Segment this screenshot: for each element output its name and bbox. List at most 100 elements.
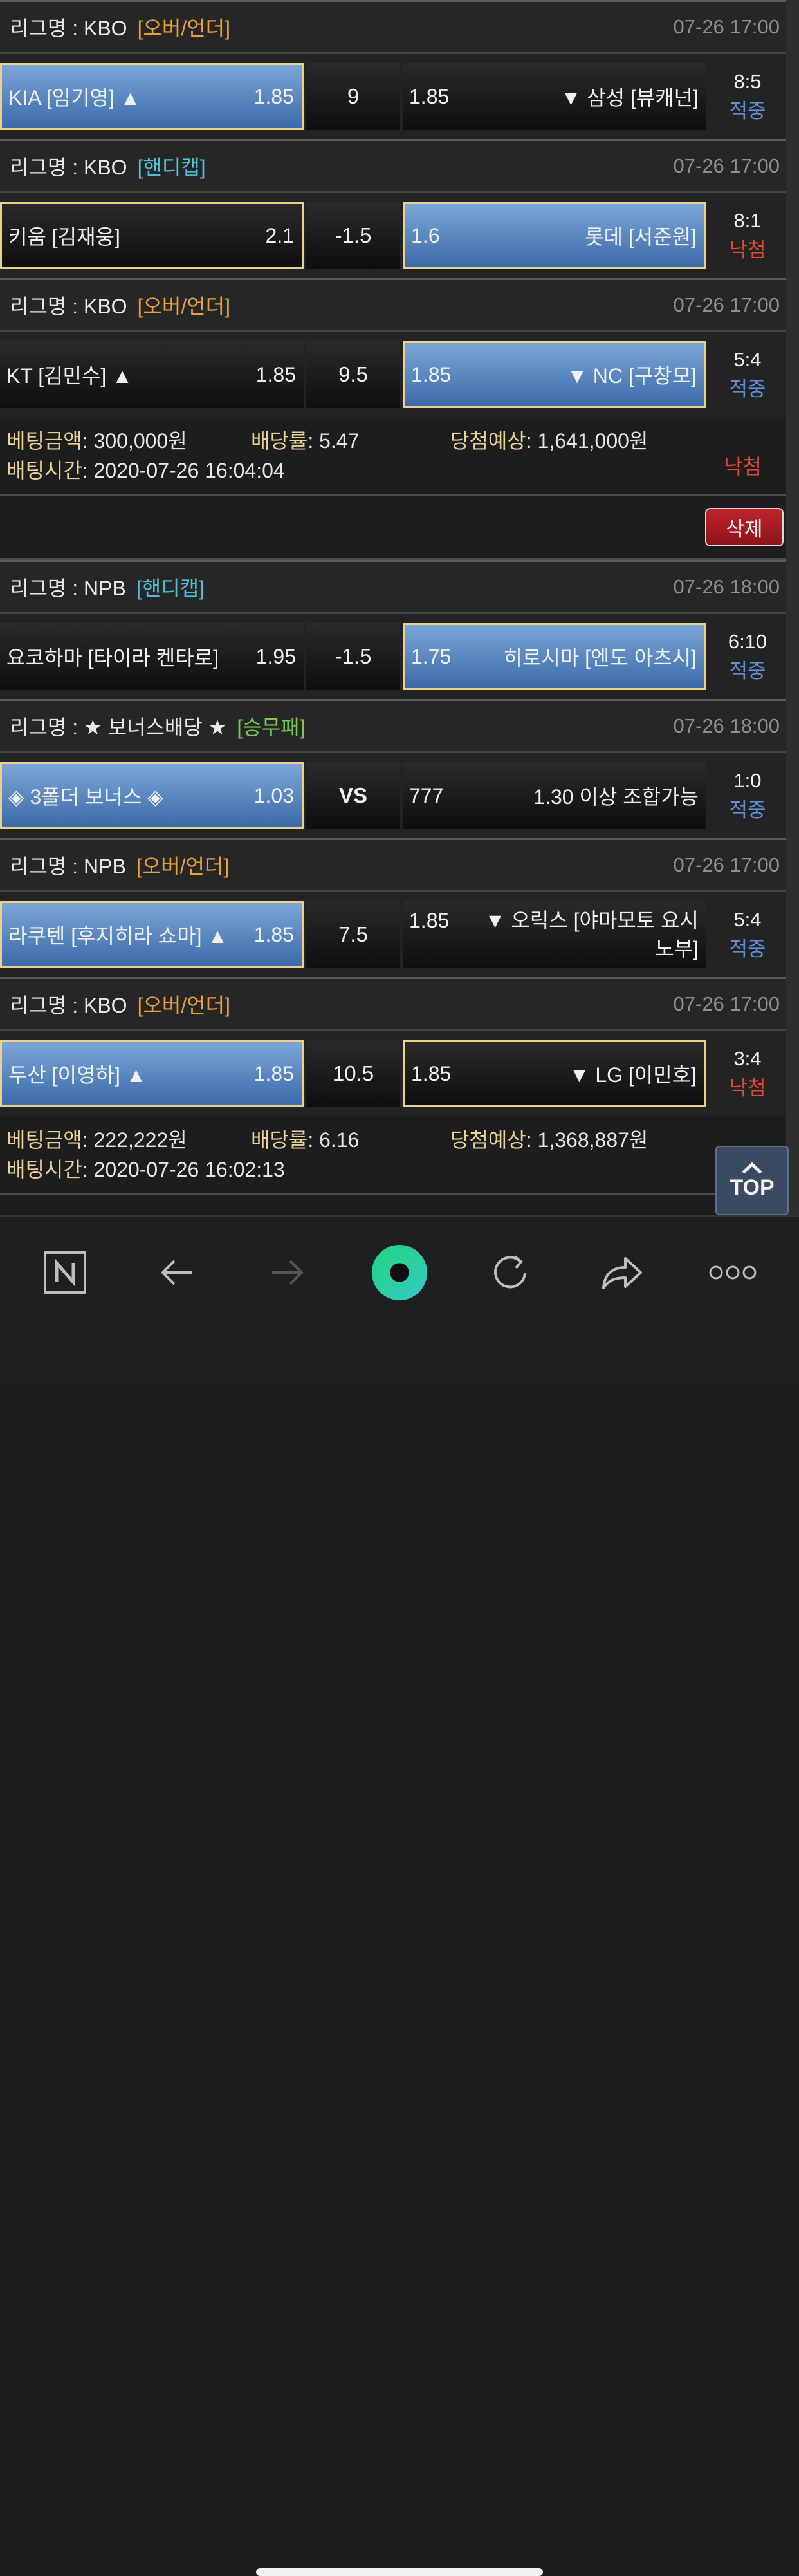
match-result: 5:4 적중: [709, 345, 786, 404]
handicap-value[interactable]: VS: [306, 762, 400, 829]
handicap-value[interactable]: -1.5: [306, 202, 400, 269]
final-score: 8:5: [733, 70, 762, 93]
league-name: 리그명 : KBO: [10, 17, 127, 40]
away-team-pick[interactable]: 1.85 ▼ 삼성 [뷰캐넌]: [403, 63, 706, 130]
bet-amount: : 300,000원: [82, 429, 187, 453]
bet-type: [오버/언더]: [137, 994, 231, 1017]
bet-history-feed: 리그명 : KBO [오버/언더] 07-26 17:00 KIA [임기영] ▲ 1.…: [0, 0, 786, 1195]
handicap-value[interactable]: 9: [306, 63, 400, 130]
result-status: 적중: [729, 938, 766, 960]
match-result: 5:4 적중: [709, 905, 786, 964]
league-name: 리그명 : KBO: [10, 994, 127, 1017]
home-odds: 1.03: [253, 783, 294, 807]
home-indicator: [256, 2568, 543, 2576]
result-status: 적중: [729, 799, 766, 821]
away-team-pick[interactable]: 1.6 롯데 [서준원]: [403, 202, 706, 269]
handicap-value[interactable]: 10.5: [306, 1040, 400, 1107]
home-odds: 2.1: [265, 223, 294, 247]
back-arrow-icon[interactable]: [148, 1244, 206, 1302]
match-row: 두산 [이영하] ▲ 1.85 10.5 1.85 ▼ LG [이민호] 3:4 낙첨: [0, 1031, 786, 1116]
chevron-up-icon: [742, 1162, 762, 1174]
away-team-pick[interactable]: 777 1.30 이상 조합가능: [403, 762, 706, 829]
home-team-name: 라쿠텐 [후지히라 쇼마] ▲: [8, 924, 228, 947]
final-score: 6:10: [728, 630, 767, 653]
match-time: 07-26 17:00: [673, 854, 780, 876]
away-team-pick[interactable]: 1.85 ▼ 오릭스 [야마모토 요시노부]: [403, 901, 706, 968]
bet-type: [핸디캡]: [137, 156, 206, 179]
result-status: 적중: [729, 660, 766, 682]
naver-n-icon[interactable]: [36, 1244, 94, 1302]
handicap-value[interactable]: 9.5: [306, 341, 400, 408]
bet-time-label: 배팅시간: [6, 1158, 82, 1181]
odds-rate: : 6.16: [308, 1128, 360, 1152]
bet-summary-1: 베팅금액: 300,000원 배당률: 5.47 당첨예상: 1,641,000…: [0, 417, 786, 496]
result-status: 낙첨: [729, 239, 766, 261]
home-team-pick[interactable]: 두산 [이영하] ▲ 1.85: [0, 1040, 304, 1107]
match-result: 8:5 적중: [709, 67, 786, 126]
home-team-pick[interactable]: KT [김민수] ▲ 1.85: [0, 341, 304, 408]
bet-type: [오버/언더]: [137, 17, 231, 40]
green-circle-icon[interactable]: [371, 1244, 428, 1302]
match-time: 07-26 17:00: [673, 154, 780, 177]
forward-arrow-icon[interactable]: [259, 1244, 317, 1302]
away-team-pick[interactable]: 1.75 히로시마 [엔도 아츠시]: [403, 623, 706, 690]
away-team-name: ▼ 삼성 [뷰캐넌]: [560, 86, 699, 109]
away-team-name: 롯데 [서준원]: [585, 225, 697, 248]
bet-amount: : 222,222원: [82, 1128, 187, 1152]
final-score: 8:1: [733, 209, 762, 232]
home-odds: 1.85: [253, 1061, 294, 1085]
scroll-top-button[interactable]: TOP: [715, 1146, 789, 1215]
league-header: 리그명 : KBO [오버/언더] 07-26 17:00: [0, 977, 786, 1031]
more-dots-icon[interactable]: [704, 1244, 762, 1302]
league-header: 리그명 : KBO [오버/언더] 07-26 17:00: [0, 278, 786, 332]
match-time: 07-26 17:00: [673, 294, 780, 316]
odds-rate-label: 배당률: [251, 1128, 308, 1152]
final-score: 5:4: [733, 348, 762, 371]
home-odds: 1.85: [253, 84, 294, 108]
result-status: 적중: [729, 378, 766, 400]
match-row: KIA [임기영] ▲ 1.85 9 1.85 ▼ 삼성 [뷰캐넌] 8:5 적중: [0, 54, 786, 139]
league-header: 리그명 : NPB [오버/언더] 07-26 17:00: [0, 838, 786, 892]
match-row: KT [김민수] ▲ 1.85 9.5 1.85 ▼ NC [구창모] 5:4 적중: [0, 332, 786, 417]
away-team-name: ▼ 오릭스 [야마모토 요시노부]: [484, 909, 699, 960]
expected-win-label: 당첨예상: [450, 1128, 526, 1152]
refresh-icon[interactable]: [481, 1244, 539, 1302]
match-time: 07-26 18:00: [673, 575, 780, 598]
delete-button[interactable]: 삭제: [705, 508, 784, 546]
match-row: 요코하마 [타이라 켄타로] 1.95 -1.5 1.75 히로시마 [엔도 아츠시] 6…: [0, 614, 786, 699]
home-team-pick[interactable]: ◈ 3폴더 보너스 ◈ 1.03: [0, 762, 304, 829]
away-odds: 777: [409, 783, 444, 807]
share-icon[interactable]: [593, 1244, 651, 1302]
result-status: 적중: [729, 100, 766, 122]
league-name: 리그명 : NPB: [10, 577, 126, 600]
bet-result-status: 낙첨: [724, 455, 762, 478]
handicap-value[interactable]: 7.5: [306, 901, 400, 968]
match-result: 8:1 낙첨: [709, 206, 786, 265]
league-name: 리그명 : ★ 보너스배당 ★: [10, 716, 227, 739]
away-odds: 1.85: [411, 1061, 452, 1085]
bet-type: [승무패]: [237, 716, 306, 739]
bet-type: [핸디캡]: [136, 577, 205, 600]
league-name: 리그명 : NPB: [10, 855, 126, 878]
final-score: 3:4: [733, 1047, 762, 1070]
away-odds: 1.85: [409, 84, 450, 108]
handicap-value[interactable]: -1.5: [306, 623, 400, 690]
home-odds: 1.85: [255, 362, 296, 386]
away-team-pick[interactable]: 1.85 ▼ LG [이민호]: [403, 1040, 706, 1107]
bet-amount-label: 베팅금액: [6, 429, 82, 453]
home-team-pick[interactable]: KIA [임기영] ▲ 1.85: [0, 63, 304, 130]
away-team-name: ▼ NC [구창모]: [567, 364, 697, 387]
expected-win: : 1,368,887원: [526, 1128, 648, 1152]
scrollbar-track[interactable]: [786, 0, 799, 1217]
odds-rate: : 5.47: [308, 429, 360, 453]
home-team-pick[interactable]: 라쿠텐 [후지히라 쇼마] ▲ 1.85: [0, 901, 304, 968]
match-time: 07-26 18:00: [673, 714, 780, 737]
away-team-pick[interactable]: 1.85 ▼ NC [구창모]: [403, 341, 706, 408]
match-time: 07-26 17:00: [673, 993, 780, 1015]
scroll-top-label: TOP: [730, 1175, 775, 1200]
league-header: 리그명 : KBO [핸디캡] 07-26 17:00: [0, 139, 786, 193]
home-team-name: 키움 [김재웅]: [8, 225, 120, 248]
home-team-pick[interactable]: 요코하마 [타이라 켄타로] 1.95: [0, 623, 304, 690]
league-header: 리그명 : ★ 보너스배당 ★ [승무패] 07-26 18:00: [0, 699, 786, 753]
home-team-pick[interactable]: 키움 [김재웅] 2.1: [0, 202, 304, 269]
